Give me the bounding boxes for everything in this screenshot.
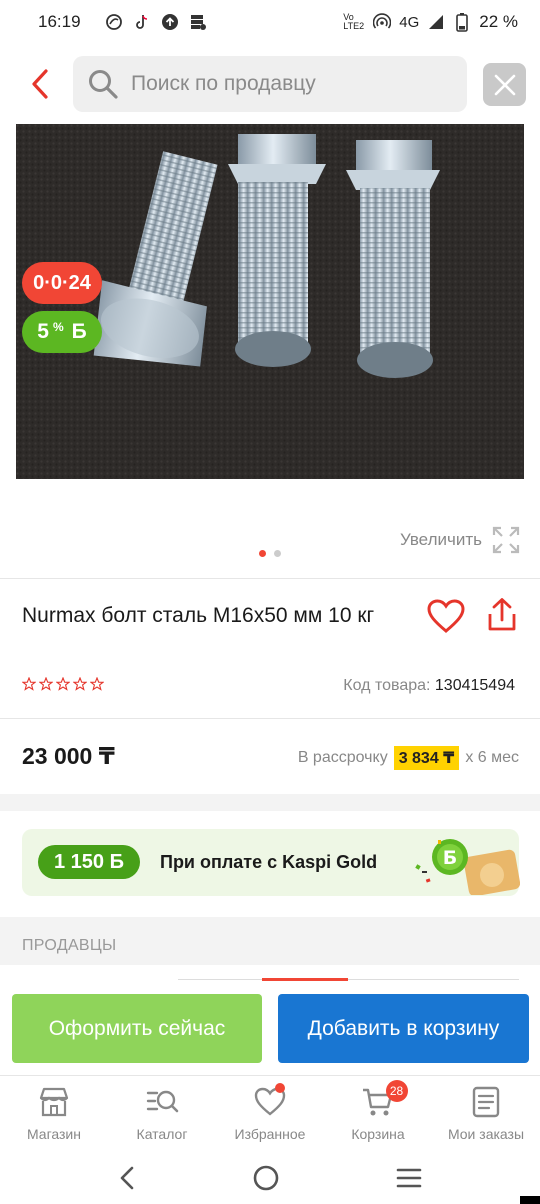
kaspi-gold-card[interactable]: 1 150 Б При оплате с Kaspi Gold Б bbox=[22, 829, 520, 896]
bonus-symbol: Б bbox=[71, 320, 87, 343]
share-icon bbox=[488, 598, 516, 631]
installment-prefix: В рассрочку bbox=[297, 749, 388, 766]
product-code: Код товара: 130415494 bbox=[343, 677, 515, 695]
order-now-button[interactable]: Оформить сейчас bbox=[12, 994, 262, 1063]
rating-stars bbox=[22, 677, 104, 691]
zoom-link[interactable]: Увеличить bbox=[400, 526, 520, 554]
favorite-button[interactable] bbox=[426, 598, 466, 634]
divider bbox=[0, 718, 540, 719]
nav-label-store: Магазин bbox=[26, 1126, 81, 1142]
sellers-section-label: ПРОДАВЦЫ bbox=[22, 937, 117, 954]
volte-indicator: Vo LTE2 bbox=[343, 12, 365, 31]
star-icon bbox=[22, 677, 36, 691]
top-bar: Поиск по продавцу bbox=[0, 54, 540, 114]
gallery-pagination bbox=[259, 550, 281, 557]
battery-level: 22 % bbox=[479, 12, 518, 31]
system-back-icon[interactable] bbox=[117, 1165, 137, 1191]
nav-label-catalog: Каталог bbox=[136, 1126, 188, 1142]
cart-count-badge: 28 bbox=[385, 1080, 408, 1102]
add-to-cart-button[interactable]: Добавить в корзину bbox=[278, 994, 529, 1063]
system-home-icon[interactable] bbox=[252, 1164, 280, 1192]
installment-amount: 3 834 ₸ bbox=[393, 746, 460, 770]
network-type: 4G bbox=[399, 13, 420, 31]
search-placeholder: Поиск по продавцу bbox=[131, 72, 316, 95]
battery-icon bbox=[453, 13, 471, 32]
bonus-percent: 5 bbox=[37, 320, 49, 343]
installment-badge: 0·0·24 bbox=[22, 262, 102, 304]
installment-suffix: х 6 мес bbox=[465, 749, 519, 766]
share-button[interactable] bbox=[483, 596, 521, 634]
system-navigation-bar bbox=[0, 1151, 540, 1204]
nav-item-catalog[interactable]: Каталог bbox=[108, 1076, 216, 1151]
divider bbox=[0, 578, 540, 579]
gallery-dot-2[interactable] bbox=[274, 550, 281, 557]
nav-label-cart: Корзина bbox=[351, 1126, 405, 1142]
svg-text:Б: Б bbox=[443, 847, 457, 869]
upload-icon bbox=[161, 13, 179, 31]
nav-item-cart[interactable]: 28 Корзина bbox=[324, 1076, 432, 1151]
product-title: Nurmax болт сталь М16х50 мм 10 кг bbox=[22, 604, 375, 627]
sync-icon bbox=[105, 13, 123, 31]
star-icon bbox=[39, 677, 53, 691]
search-icon bbox=[89, 70, 118, 99]
back-button[interactable] bbox=[22, 66, 58, 102]
installment-info[interactable]: В рассрочку 3 834 ₸ х 6 мес bbox=[298, 746, 519, 770]
zoom-label: Увеличить bbox=[400, 530, 482, 549]
kaspi-gold-illustration: Б bbox=[415, 839, 520, 895]
status-time: 16:19 bbox=[38, 12, 81, 31]
star-icon bbox=[56, 677, 70, 691]
corner-artifact bbox=[520, 1196, 540, 1204]
bolts-photo bbox=[16, 124, 524, 479]
system-recents-icon[interactable] bbox=[395, 1166, 423, 1190]
tiktok-icon bbox=[133, 13, 151, 31]
bonus-percent-sign: % bbox=[52, 320, 64, 334]
search-input[interactable]: Поиск по продавцу bbox=[73, 56, 467, 112]
close-search-button[interactable] bbox=[483, 63, 526, 106]
chevron-left-icon bbox=[32, 69, 48, 99]
product-image[interactable] bbox=[16, 124, 524, 479]
catalog-icon bbox=[146, 1090, 179, 1113]
store-icon bbox=[39, 1087, 69, 1117]
signal-icon bbox=[427, 13, 445, 31]
star-icon bbox=[90, 677, 104, 691]
nav-label-favorites: Избранное bbox=[234, 1126, 306, 1142]
hotspot-icon bbox=[373, 13, 392, 31]
nav-item-orders[interactable]: Мои заказы bbox=[432, 1076, 540, 1151]
expand-icon bbox=[492, 526, 520, 554]
section-separator bbox=[0, 794, 540, 811]
product-price: 23 000 ₸ bbox=[22, 743, 115, 769]
product-code-label: Код товара: bbox=[343, 677, 431, 694]
sellers-tabs bbox=[178, 978, 519, 982]
database-icon bbox=[189, 13, 207, 31]
status-bar: 16:19 Vo LTE2 4G 22 % bbox=[0, 0, 540, 44]
kaspi-gold-text: При оплате с Kaspi Gold bbox=[160, 852, 378, 872]
close-icon bbox=[494, 74, 515, 95]
nav-label-orders: Мои заказы bbox=[447, 1126, 525, 1142]
bonus-badge: 5% Б bbox=[22, 311, 102, 353]
kaspi-bonus-amount: 1 150 Б bbox=[38, 845, 140, 879]
orders-icon bbox=[472, 1086, 500, 1118]
star-icon bbox=[73, 677, 87, 691]
sellers-tab-active-indicator bbox=[262, 978, 348, 981]
bottom-navigation: Магазин Каталог Избранное 28 Корзина Мои… bbox=[0, 1075, 540, 1151]
nav-item-favorites[interactable]: Избранное bbox=[216, 1076, 324, 1151]
nav-item-store[interactable]: Магазин bbox=[0, 1076, 108, 1151]
gallery-dot-1[interactable] bbox=[259, 550, 266, 557]
product-code-value: 130415494 bbox=[434, 677, 515, 694]
heart-icon bbox=[427, 599, 465, 633]
